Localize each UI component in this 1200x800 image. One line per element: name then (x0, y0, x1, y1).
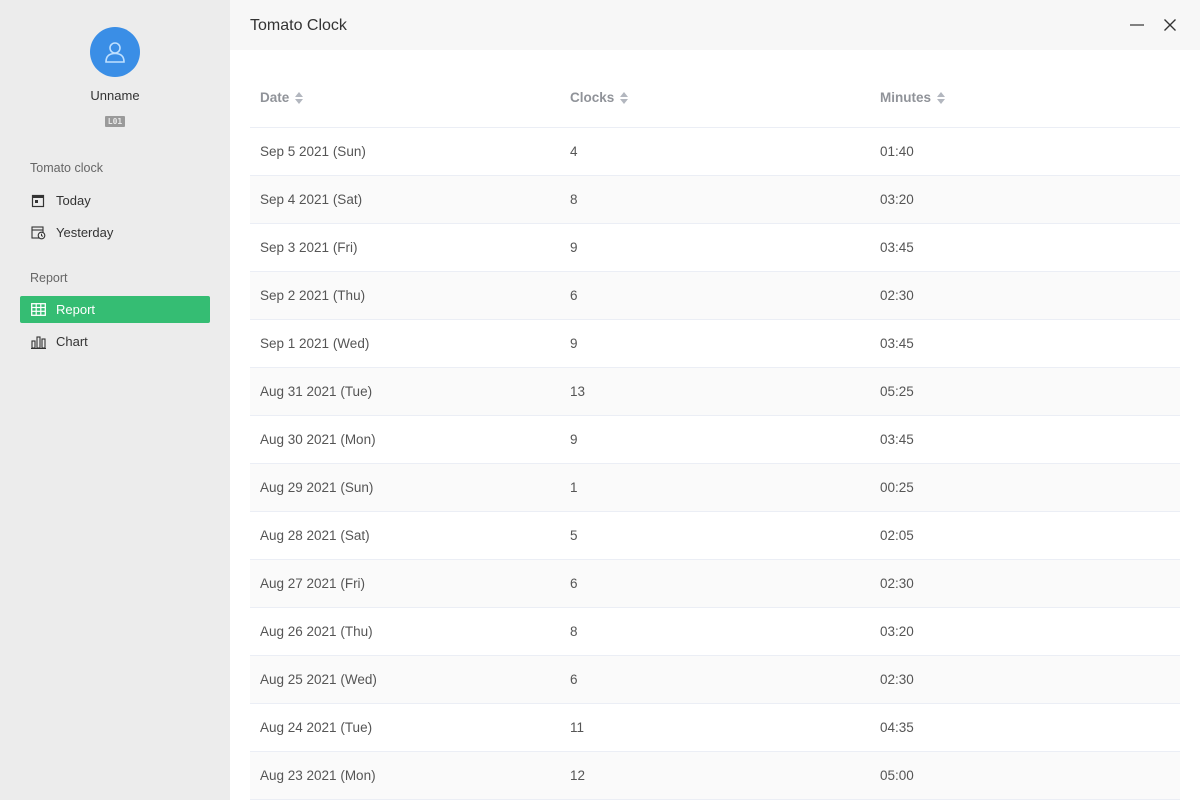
date-cell: Aug 29 2021 (Sun) (260, 480, 374, 495)
table-row[interactable]: Aug 24 2021 (Tue) 11 04:35 (250, 704, 1180, 752)
minutes-cell: 02:05 (880, 528, 914, 543)
clocks-cell: 6 (570, 288, 578, 303)
avatar[interactable] (90, 27, 140, 77)
table-icon (30, 302, 46, 318)
table-header: Date Clocks Minutes (250, 68, 1180, 128)
table-row[interactable]: Aug 28 2021 (Sat) 5 02:05 (250, 512, 1180, 560)
minutes-cell: 02:30 (880, 672, 914, 687)
table-row[interactable]: Sep 2 2021 (Thu) 6 02:30 (250, 272, 1180, 320)
clocks-cell: 12 (570, 768, 586, 783)
date-cell: Sep 1 2021 (Wed) (260, 336, 370, 351)
clocks-cell: 6 (570, 672, 578, 687)
table-row[interactable]: Sep 1 2021 (Wed) 9 03:45 (250, 320, 1180, 368)
minutes-cell: 01:40 (880, 144, 914, 159)
date-cell: Aug 28 2021 (Sat) (260, 528, 370, 543)
minutes-cell: 03:45 (880, 336, 914, 351)
minutes-cell: 04:35 (880, 720, 914, 735)
table-row[interactable]: Aug 31 2021 (Tue) 13 05:25 (250, 368, 1180, 416)
minutes-cell: 05:00 (880, 768, 914, 783)
bar-chart-icon (30, 334, 46, 350)
date-cell: Aug 25 2021 (Wed) (260, 672, 377, 687)
table-row[interactable]: Aug 29 2021 (Sun) 1 00:25 (250, 464, 1180, 512)
date-cell: Sep 5 2021 (Sun) (260, 144, 366, 159)
sidebar-item-label: Chart (56, 334, 88, 349)
date-cell: Aug 27 2021 (Fri) (260, 576, 366, 591)
date-cell: Sep 2 2021 (Thu) (260, 288, 366, 303)
sidebar-item-label: Yesterday (56, 225, 114, 240)
clocks-cell: 5 (570, 528, 578, 543)
table-row[interactable]: Aug 23 2021 (Mon) 12 05:00 (250, 752, 1180, 800)
clocks-cell: 11 (570, 720, 585, 735)
column-label: Minutes (880, 90, 932, 105)
minutes-cell: 05:25 (880, 384, 914, 399)
report-table: Date Clocks Minutes Sep 5 2021 (Sun) 4 01:… (250, 68, 1180, 800)
sidebar-item-yesterday[interactable]: Yesterday (20, 219, 210, 246)
clocks-cell: 4 (570, 144, 578, 159)
sidebar-item-chart[interactable]: Chart (20, 328, 210, 355)
close-icon (1164, 19, 1176, 31)
clocks-cell: 1 (570, 480, 578, 495)
user-icon (105, 42, 125, 63)
date-cell: Aug 26 2021 (Thu) (260, 624, 373, 639)
minutes-cell: 02:30 (880, 576, 914, 591)
minimize-button[interactable] (1127, 15, 1147, 35)
minutes-cell: 03:20 (880, 624, 914, 639)
minutes-cell: 02:30 (880, 288, 914, 303)
clocks-cell: 6 (570, 576, 578, 591)
date-cell: Sep 3 2021 (Fri) (260, 240, 358, 255)
table-row[interactable]: Sep 5 2021 (Sun) 4 01:40 (250, 128, 1180, 176)
minutes-cell: 03:45 (880, 240, 914, 255)
table-row[interactable]: Sep 3 2021 (Fri) 9 03:45 (250, 224, 1180, 272)
app-title: Tomato Clock (250, 17, 347, 34)
date-cell: Aug 24 2021 (Tue) (260, 720, 373, 735)
column-header-clocks[interactable]: Clocks (560, 90, 870, 105)
date-cell: Aug 23 2021 (Mon) (260, 768, 376, 783)
minutes-cell: 03:20 (880, 192, 914, 207)
table-row[interactable]: Sep 4 2021 (Sat) 8 03:20 (250, 176, 1180, 224)
column-header-minutes[interactable]: Minutes (870, 90, 1180, 105)
clocks-cell: 13 (570, 384, 586, 399)
table-row[interactable]: Aug 25 2021 (Wed) 6 02:30 (250, 656, 1180, 704)
clocks-cell: 9 (570, 240, 578, 255)
date-cell: Sep 4 2021 (Sat) (260, 192, 363, 207)
sidebar-item-label: Today (56, 193, 91, 208)
column-label: Clocks (570, 90, 615, 105)
date-cell: Aug 31 2021 (Tue) (260, 384, 373, 399)
sort-icon[interactable] (295, 91, 304, 104)
sidebar-item-report[interactable]: Report (20, 296, 210, 323)
date-cell: Aug 30 2021 (Mon) (260, 432, 376, 447)
sidebar-item-today[interactable]: Today (20, 187, 210, 214)
calendar-history-icon (30, 225, 46, 241)
column-label: Date (260, 90, 290, 105)
minimize-icon (1130, 24, 1144, 26)
minutes-cell: 03:45 (880, 432, 914, 447)
main-panel: Tomato Clock Date Clocks Minutes Sep 5 2… (230, 0, 1200, 800)
title-bar: Tomato Clock (230, 0, 1200, 50)
sort-icon[interactable] (620, 91, 629, 104)
column-header-date[interactable]: Date (250, 90, 560, 105)
calendar-icon (30, 193, 46, 209)
clocks-cell: 8 (570, 624, 578, 639)
level-badge: L01 (105, 116, 125, 127)
table-row[interactable]: Aug 26 2021 (Thu) 8 03:20 (250, 608, 1180, 656)
clocks-cell: 9 (570, 432, 578, 447)
table-body: Sep 5 2021 (Sun) 4 01:40 Sep 4 2021 (Sat) 8 0… (250, 128, 1180, 800)
username: Unname (90, 88, 140, 103)
sidebar-item-label: Report (56, 302, 96, 317)
close-button[interactable] (1160, 15, 1180, 35)
sidebar: Unname L01 Tomato clock Today Yesterday … (0, 0, 230, 800)
table-row[interactable]: Aug 27 2021 (Fri) 6 02:30 (250, 560, 1180, 608)
minutes-cell: 00:25 (880, 480, 914, 495)
clocks-cell: 9 (570, 336, 578, 351)
clocks-cell: 8 (570, 192, 578, 207)
section-title-tomato-clock: Tomato clock (30, 161, 103, 175)
table-row[interactable]: Aug 30 2021 (Mon) 9 03:45 (250, 416, 1180, 464)
section-title-report: Report (30, 271, 68, 285)
sort-icon[interactable] (937, 91, 946, 104)
